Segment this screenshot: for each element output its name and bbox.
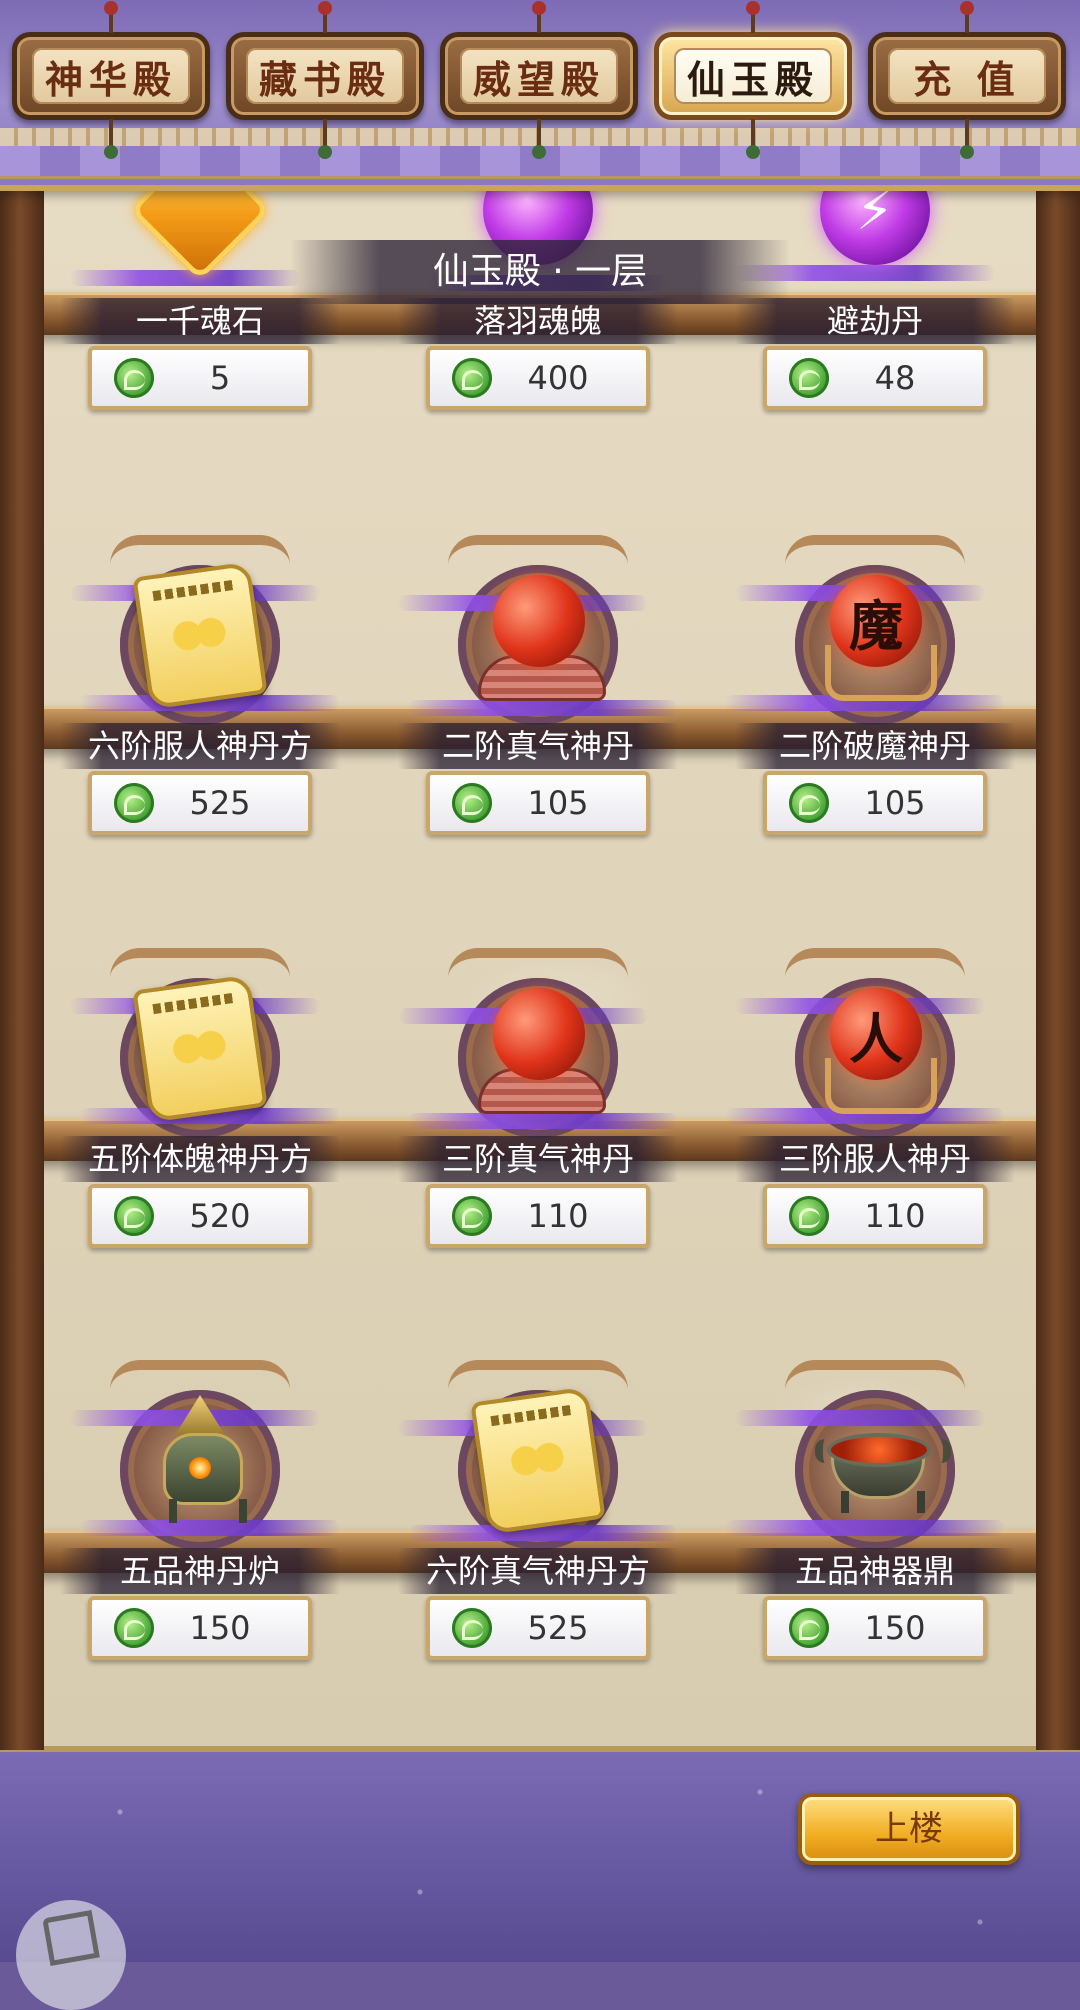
item-price: 105 [527, 784, 589, 822]
item-price: 525 [527, 1609, 589, 1647]
jade-dragon-coin-icon [114, 1196, 154, 1236]
shop-item[interactable]: 五品神丹炉 150 [50, 1350, 350, 1660]
item-name: 二阶真气神丹 [398, 723, 678, 769]
item-price: 150 [864, 1609, 926, 1647]
back-button[interactable] [16, 1900, 126, 2010]
item-price: 400 [527, 359, 589, 397]
jade-dragon-coin-icon [789, 783, 829, 823]
shop-item[interactable]: 三阶真气神丹 110 [388, 938, 688, 1248]
item-name: 三阶服人神丹 [735, 1136, 1015, 1182]
tab-label: 神华殿 [44, 56, 177, 102]
item-price: 525 [189, 784, 251, 822]
shop-item[interactable]: 五品神器鼎 150 [725, 1350, 1025, 1660]
demon-pill-orb-icon: 魔 [815, 575, 937, 701]
price-tag: 110 [763, 1184, 987, 1248]
item-name: 落羽魂魄 [398, 298, 678, 344]
tab-label: 仙玉殿 [686, 56, 819, 102]
person-pill-orb-icon: 人 [815, 988, 937, 1114]
item-name: 避劫丹 [735, 298, 1015, 344]
price-tag: 5 [88, 346, 312, 410]
item-price: 520 [189, 1197, 251, 1235]
shop-item[interactable]: 二阶真气神丹 105 [388, 525, 688, 835]
tab-shenhua-hall[interactable]: 神华殿 [12, 1, 210, 159]
tab-label: 藏书殿 [258, 56, 391, 102]
price-tag: 520 [88, 1184, 312, 1248]
recipe-scroll-icon [470, 1385, 606, 1535]
jade-dragon-coin-icon [789, 1196, 829, 1236]
shop-item[interactable]: 六阶真气神丹方 525 [388, 1350, 688, 1660]
price-tag: 150 [88, 1596, 312, 1660]
jade-dragon-coin-icon [452, 1608, 492, 1648]
item-price: 110 [527, 1197, 589, 1235]
item-price: 105 [864, 784, 926, 822]
pill-furnace-icon [140, 1395, 260, 1523]
item-name: 二阶破魔神丹 [735, 723, 1015, 769]
right-pillar [1036, 150, 1080, 1750]
item-name: 五品神丹炉 [60, 1548, 340, 1594]
price-tag: 525 [426, 1596, 650, 1660]
upstairs-button[interactable]: 上楼 [798, 1793, 1020, 1865]
tab-xianyu-hall[interactable]: 仙玉殿 [654, 1, 852, 159]
back-icon [42, 1910, 100, 1966]
item-price: 48 [874, 359, 916, 397]
price-tag: 110 [426, 1184, 650, 1248]
tab-label: 威望殿 [472, 56, 605, 102]
jade-dragon-coin-icon [789, 1608, 829, 1648]
tab-label: 充 值 [913, 56, 1021, 102]
jade-dragon-coin-icon [114, 1608, 154, 1648]
shop-item[interactable]: 魔 二阶破魔神丹 105 [725, 525, 1025, 835]
shop-item[interactable]: 六阶服人神丹方 525 [50, 525, 350, 835]
price-tag: 105 [426, 771, 650, 835]
item-name: 三阶真气神丹 [398, 1136, 678, 1182]
hall-tabs: 神华殿 藏书殿 威望殿 仙玉殿 充 值 [12, 1, 1068, 159]
item-name: 六阶真气神丹方 [398, 1548, 678, 1594]
item-name: 六阶服人神丹方 [60, 723, 340, 769]
price-tag: 400 [426, 346, 650, 410]
recipe-scroll-icon [132, 973, 268, 1123]
orb-glyph: 魔 [830, 575, 922, 667]
red-pill-orb-icon [478, 575, 606, 701]
tab-weiwang-hall[interactable]: 威望殿 [440, 1, 638, 159]
item-price: 110 [864, 1197, 926, 1235]
floor-title: 仙玉殿 · 一层 [290, 240, 790, 304]
item-name: 五阶体魄神丹方 [60, 1136, 340, 1182]
red-pill-orb-icon [478, 988, 606, 1114]
jade-dragon-coin-icon [452, 783, 492, 823]
tab-cangshu-hall[interactable]: 藏书殿 [226, 1, 424, 159]
price-tag: 525 [88, 771, 312, 835]
price-tag: 48 [763, 346, 987, 410]
jade-dragon-coin-icon [114, 358, 154, 398]
orb-glyph: 人 [830, 988, 922, 1080]
tripod-cauldron-icon [815, 1400, 951, 1520]
jade-dragon-coin-icon [452, 1196, 492, 1236]
item-name: 一千魂石 [60, 298, 340, 344]
item-price: 150 [189, 1609, 251, 1647]
price-tag: 150 [763, 1596, 987, 1660]
jade-dragon-coin-icon [114, 783, 154, 823]
item-name: 五品神器鼎 [735, 1548, 1015, 1594]
recipe-scroll-icon [132, 560, 268, 710]
jade-dragon-coin-icon [452, 358, 492, 398]
left-pillar [0, 150, 44, 1750]
tab-recharge[interactable]: 充 值 [868, 1, 1066, 159]
shop-item[interactable]: 人 三阶服人神丹 110 [725, 938, 1025, 1248]
jade-dragon-coin-icon [789, 358, 829, 398]
shop-item[interactable]: 五阶体魄神丹方 520 [50, 938, 350, 1248]
item-price: 5 [209, 359, 231, 397]
price-tag: 105 [763, 771, 987, 835]
